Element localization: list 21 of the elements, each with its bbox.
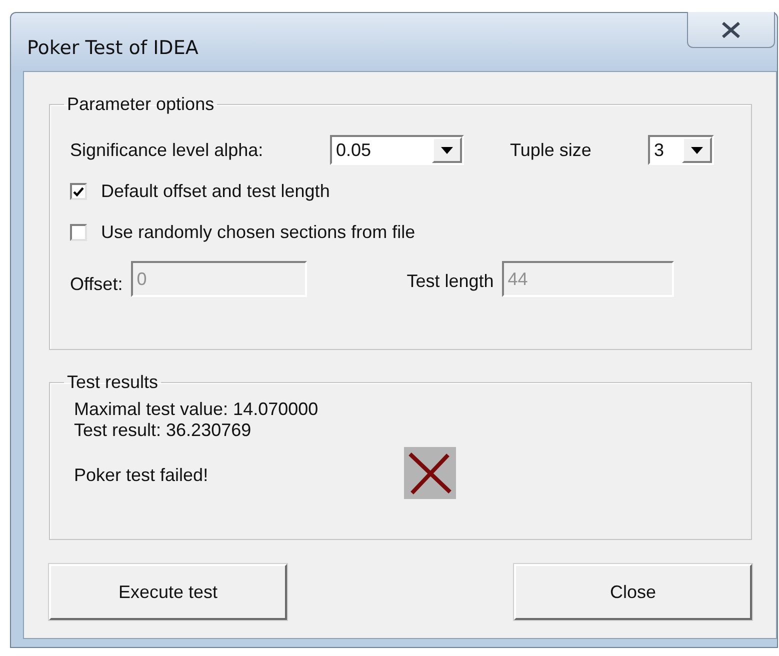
window-title: Poker Test of IDEA: [27, 37, 198, 59]
group-title: Test results: [66, 372, 160, 393]
alpha-label: Significance level alpha:: [70, 140, 264, 160]
tuple-size-label: Tuple size: [510, 140, 592, 160]
verdict-text: Poker test failed!: [74, 464, 210, 486]
result-text: Maximal test value: 14.070000: [74, 399, 320, 420]
tuple-size-dropdown[interactable]: 3: [648, 135, 714, 165]
close-button[interactable]: Close: [514, 564, 752, 620]
checkbox[interactable]: Use randomly chosen sections from file: [70, 222, 731, 243]
test-length-label: Test length: [406, 270, 494, 292]
dropdown-arrow-icon: [691, 146, 703, 154]
dropdown-arrow-icon: [441, 146, 453, 154]
close-icon: [721, 22, 741, 38]
execute-test-button[interactable]: Execute test: [49, 564, 287, 620]
checkmark-icon: [73, 186, 84, 196]
checkbox[interactable]: Default offset and test length: [70, 181, 731, 202]
close-window-button[interactable]: [687, 12, 775, 48]
group-title: Parameter options: [66, 94, 216, 115]
result-text: Test result: 36.230769: [74, 420, 252, 441]
alpha-dropdown[interactable]: 0.05: [330, 135, 464, 165]
offset-label: Offset:: [70, 274, 123, 294]
